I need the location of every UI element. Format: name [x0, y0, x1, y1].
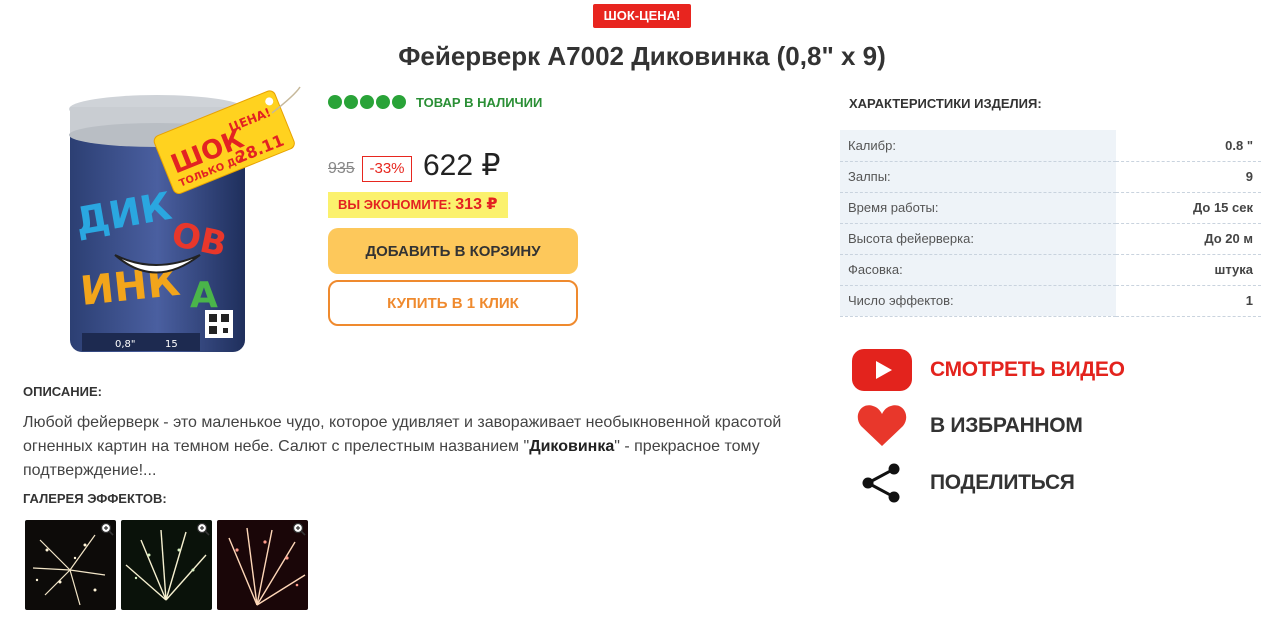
- savings-amount: 313 ₽: [455, 196, 498, 213]
- share-link[interactable]: ПОДЕЛИТЬСЯ: [852, 461, 1075, 505]
- spec-value: штука: [1116, 254, 1261, 286]
- savings-label: ВЫ ЭКОНОМИТЕ:: [338, 197, 452, 212]
- spec-row: Высота фейерверка: До 20 м: [840, 223, 1261, 255]
- spec-row: Залпы: 9: [840, 161, 1261, 193]
- heart-icon: [852, 404, 912, 448]
- svg-text:0,8": 0,8": [115, 339, 136, 350]
- spec-key: Высота фейерверка:: [840, 223, 1116, 255]
- youtube-play-icon: [852, 348, 912, 392]
- gallery-thumbnail[interactable]: [121, 520, 212, 610]
- stock-text: ТОВАР В НАЛИЧИИ: [416, 94, 543, 110]
- svg-text:15: 15: [165, 339, 178, 350]
- effects-gallery: [25, 520, 313, 610]
- discount-badge: -33%: [362, 156, 412, 182]
- stock-dot: [376, 95, 390, 109]
- watch-video-link[interactable]: СМОТРЕТЬ ВИДЕО: [852, 348, 1125, 392]
- favorite-label: В ИЗБРАННОМ: [930, 414, 1083, 437]
- watch-video-label: СМОТРЕТЬ ВИДЕО: [930, 358, 1125, 381]
- spec-key: Число эффектов:: [840, 285, 1116, 317]
- description-product-name: Диковинка: [529, 438, 615, 455]
- spec-value: До 15 сек: [1116, 192, 1261, 224]
- spec-key: Калибр:: [840, 130, 1116, 162]
- spec-row: Время работы: До 15 сек: [840, 192, 1261, 224]
- product-image[interactable]: ДИК ОВ ИНК А 0,8" 15 ШОК ЦЕНА! ТОЛЬКО ДО…: [60, 85, 310, 375]
- stock-dot: [328, 95, 342, 109]
- spec-value: До 20 м: [1116, 223, 1261, 255]
- spec-value: 1: [1116, 285, 1261, 317]
- spec-row: Фасовка: штука: [840, 254, 1261, 286]
- stock-dot: [360, 95, 374, 109]
- gallery-thumbnail[interactable]: [217, 520, 308, 610]
- stock-dot: [392, 95, 406, 109]
- spec-value: 9: [1116, 161, 1261, 193]
- share-icon: [852, 461, 912, 505]
- spec-key: Время работы:: [840, 192, 1116, 224]
- add-to-cart-button[interactable]: ДОБАВИТЬ В КОРЗИНУ: [328, 228, 578, 274]
- old-price: 935: [328, 160, 355, 177]
- share-label: ПОДЕЛИТЬСЯ: [930, 471, 1075, 494]
- description-text: Любой фейерверк - это маленькое чудо, ко…: [23, 411, 823, 483]
- savings-badge: ВЫ ЭКОНОМИТЕ: 313 ₽: [328, 192, 508, 218]
- spec-key: Фасовка:: [840, 254, 1116, 286]
- svg-text:А: А: [190, 275, 218, 316]
- zoom-in-icon: [292, 522, 306, 541]
- zoom-in-icon: [196, 522, 210, 541]
- spec-key: Залпы:: [840, 161, 1116, 193]
- gallery-thumbnail[interactable]: [25, 520, 116, 610]
- favorite-link[interactable]: В ИЗБРАННОМ: [852, 404, 1083, 448]
- stock-dot: [344, 95, 358, 109]
- page-title: Фейерверк А7002 Диковинка (0,8" х 9): [398, 41, 886, 71]
- stock-status: ТОВАР В НАЛИЧИИ: [328, 94, 542, 110]
- promo-badge: ШОК-ЦЕНА!: [593, 4, 691, 28]
- zoom-in-icon: [100, 522, 114, 541]
- specs-title: ХАРАКТЕРИСТИКИ ИЗДЕЛИЯ:: [849, 96, 1042, 111]
- gallery-title: ГАЛЕРЕЯ ЭФФЕКТОВ:: [23, 491, 167, 506]
- spec-row: Число эффектов: 1: [840, 285, 1261, 317]
- spec-value: 0.8 ": [1116, 130, 1261, 162]
- spec-row: Калибр: 0.8 ": [840, 130, 1261, 162]
- description-title: ОПИСАНИЕ:: [23, 384, 102, 399]
- current-price: 622 ₽: [423, 149, 501, 182]
- firework-box-image: ДИК ОВ ИНК А 0,8" 15 ШОК ЦЕНА! ТОЛЬКО ДО…: [69, 86, 301, 352]
- buy-one-click-button[interactable]: КУПИТЬ В 1 КЛИК: [328, 280, 578, 326]
- specs-table: Калибр: 0.8 " Залпы: 9 Время работы: До …: [840, 130, 1261, 317]
